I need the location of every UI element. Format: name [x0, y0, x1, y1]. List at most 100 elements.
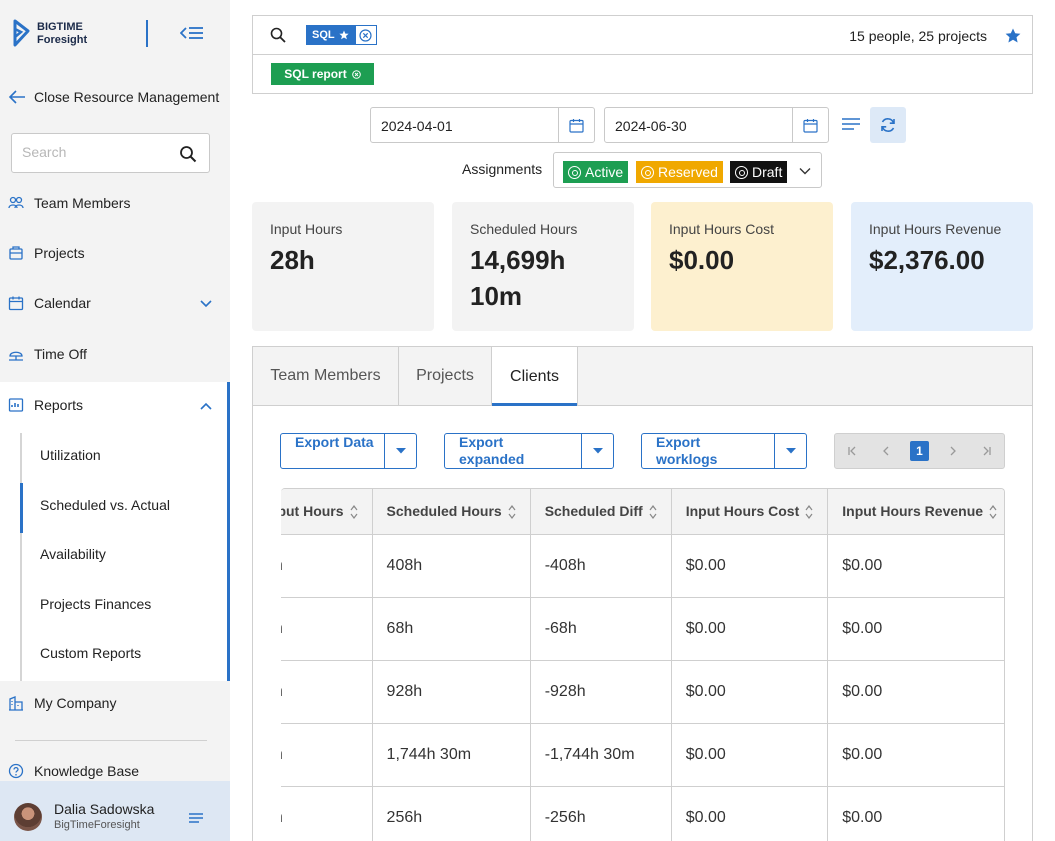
- sidebar-label-reports: Reports: [34, 397, 84, 413]
- close-circle-icon[interactable]: [351, 69, 361, 79]
- table-cell: -68h: [530, 597, 672, 661]
- chevron-down-icon[interactable]: [799, 165, 811, 177]
- sql-report-chip-text: SQL report: [284, 67, 347, 81]
- sidebar-item-my-company[interactable]: My Company: [8, 691, 116, 715]
- table-row[interactable]: 0h 256h -256h $0.00 $0.00: [281, 786, 1004, 841]
- collapse-sidebar-icon[interactable]: [180, 24, 204, 42]
- refresh-icon: [881, 118, 895, 132]
- end-date-field[interactable]: 2024-06-30: [604, 107, 829, 143]
- close-resource-management-link[interactable]: Close Resource Management: [8, 86, 219, 108]
- column-header-label: Input Hours Cost: [685, 502, 800, 519]
- chevron-up-icon[interactable]: [199, 399, 213, 413]
- sidebar-search-input[interactable]: [22, 144, 172, 160]
- assignment-tag-draft[interactable]: Draft: [730, 161, 788, 183]
- assignments-select[interactable]: Active Reserved Draft: [553, 152, 822, 188]
- export-data-dropdown[interactable]: [384, 434, 416, 468]
- first-page-icon[interactable]: [835, 444, 869, 459]
- column-header[interactable]: Scheduled Diff: [530, 489, 672, 535]
- building-icon: [9, 696, 23, 711]
- sql-report-chip[interactable]: SQL report: [271, 63, 374, 85]
- favorite-star-icon[interactable]: [1004, 27, 1022, 45]
- table-row[interactable]: 0h 1,744h 30m -1,744h 30m $0.00 $0.00: [281, 723, 1004, 787]
- user-org: BigTimeForesight: [54, 819, 140, 831]
- tab-clients[interactable]: Clients: [492, 347, 578, 406]
- sort-icon[interactable]: [350, 504, 358, 520]
- sidebar-item-time-off[interactable]: Time Off: [8, 342, 87, 366]
- calendar-icon: [569, 118, 584, 133]
- projects-icon: [9, 246, 23, 260]
- sort-icon[interactable]: [805, 504, 813, 520]
- tab-team-members[interactable]: Team Members: [253, 347, 399, 405]
- kpi-value: 28h: [270, 245, 315, 275]
- user-profile[interactable]: Dalia Sadowska BigTimeForesight: [0, 781, 230, 841]
- export-data-label: Export Data: [295, 434, 374, 450]
- sort-icon[interactable]: [989, 504, 997, 520]
- report-item-scheduled-vs-actual[interactable]: Scheduled vs. Actual: [40, 497, 170, 513]
- report-item-projects-finances[interactable]: Projects Finances: [40, 596, 151, 612]
- sidebar-label-team-members: Team Members: [34, 195, 131, 211]
- sidebar-item-team-members[interactable]: Team Members: [8, 191, 130, 215]
- start-date-picker-button[interactable]: [558, 108, 594, 142]
- brand-name: BIGTIME Foresight: [37, 21, 87, 47]
- kpi-card-input-hours-revenue: Input Hours Revenue $2,376.00: [851, 202, 1033, 331]
- report-item-utilization[interactable]: Utilization: [40, 447, 101, 463]
- assignment-tag-draft-label: Draft: [752, 164, 783, 180]
- sidebar-item-reports[interactable]: Reports: [8, 393, 83, 417]
- column-header[interactable]: Input Hours Revenue: [827, 489, 1004, 535]
- caret-down-icon: [785, 448, 796, 454]
- sort-icon[interactable]: [508, 504, 516, 520]
- user-name: Dalia Sadowska: [54, 801, 155, 817]
- table-row[interactable]: 0h 408h -408h $0.00 $0.00: [281, 534, 1004, 598]
- menu-icon[interactable]: [189, 812, 203, 824]
- export-expanded-dropdown[interactable]: [581, 434, 613, 468]
- refresh-button[interactable]: [870, 107, 906, 143]
- table-row[interactable]: 0h 68h -68h $0.00 $0.00: [281, 597, 1004, 661]
- prev-page-icon[interactable]: [869, 444, 903, 459]
- column-header[interactable]: Scheduled Hours: [372, 489, 531, 535]
- table-cell: 408h: [372, 534, 531, 598]
- start-date-field[interactable]: 2024-04-01: [370, 107, 595, 143]
- status-circle-icon: [568, 165, 581, 179]
- list-icon: [842, 118, 860, 130]
- column-header[interactable]: Input Hours Cost: [671, 489, 829, 535]
- sidebar-search[interactable]: [11, 133, 210, 173]
- search-icon[interactable]: [270, 27, 286, 43]
- tab-projects[interactable]: Projects: [399, 347, 492, 405]
- export-expanded-button[interactable]: Export expanded: [444, 433, 614, 469]
- export-worklogs-dropdown[interactable]: [774, 434, 806, 468]
- assignment-tag-active[interactable]: Active: [563, 161, 629, 183]
- next-page-icon[interactable]: [936, 444, 970, 459]
- table-cell: 68h: [372, 597, 531, 661]
- table-row[interactable]: 0h 928h -928h $0.00 $0.00: [281, 660, 1004, 724]
- last-page-icon[interactable]: [970, 444, 1004, 459]
- caret-down-icon: [395, 448, 406, 454]
- chevron-down-icon[interactable]: [199, 297, 213, 311]
- sql-filter-chip[interactable]: SQL: [306, 25, 377, 45]
- search-icon[interactable]: [179, 145, 197, 163]
- caret-down-icon: [592, 448, 603, 454]
- sidebar-item-projects[interactable]: Projects: [8, 241, 85, 265]
- sidebar-item-calendar[interactable]: Calendar: [8, 291, 91, 315]
- end-date-picker-button[interactable]: [792, 108, 828, 142]
- export-worklogs-button[interactable]: Export worklogs: [641, 433, 807, 469]
- column-header-label: Input Hours Revenue: [842, 502, 984, 519]
- report-item-availability[interactable]: Availability: [40, 546, 106, 562]
- table-cell: $0.00: [827, 534, 1004, 598]
- status-circle-icon: [641, 165, 654, 179]
- calendar-icon: [803, 118, 818, 133]
- column-header[interactable]: Input Hours: [281, 489, 373, 535]
- assignment-tag-reserved[interactable]: Reserved: [636, 161, 723, 183]
- clients-table-container[interactable]: Input Hours Scheduled Hours Scheduled Di…: [281, 488, 1005, 841]
- remove-sql-chip-button[interactable]: [354, 25, 377, 45]
- current-page[interactable]: 1: [909, 441, 930, 461]
- sidebar-item-knowledge-base[interactable]: Knowledge Base: [8, 759, 139, 783]
- reports-icon: [8, 398, 24, 412]
- report-item-custom-reports[interactable]: Custom Reports: [40, 645, 141, 661]
- table-cell: 256h: [372, 786, 531, 841]
- start-date-value: 2024-04-01: [381, 118, 453, 134]
- sort-icon[interactable]: [649, 504, 657, 520]
- export-data-button[interactable]: Export Data: [280, 433, 417, 469]
- filter-search-row[interactable]: SQL 15 people, 25 projects: [253, 16, 1032, 55]
- list-view-button[interactable]: [837, 111, 865, 139]
- table-cell: 0h: [281, 786, 373, 841]
